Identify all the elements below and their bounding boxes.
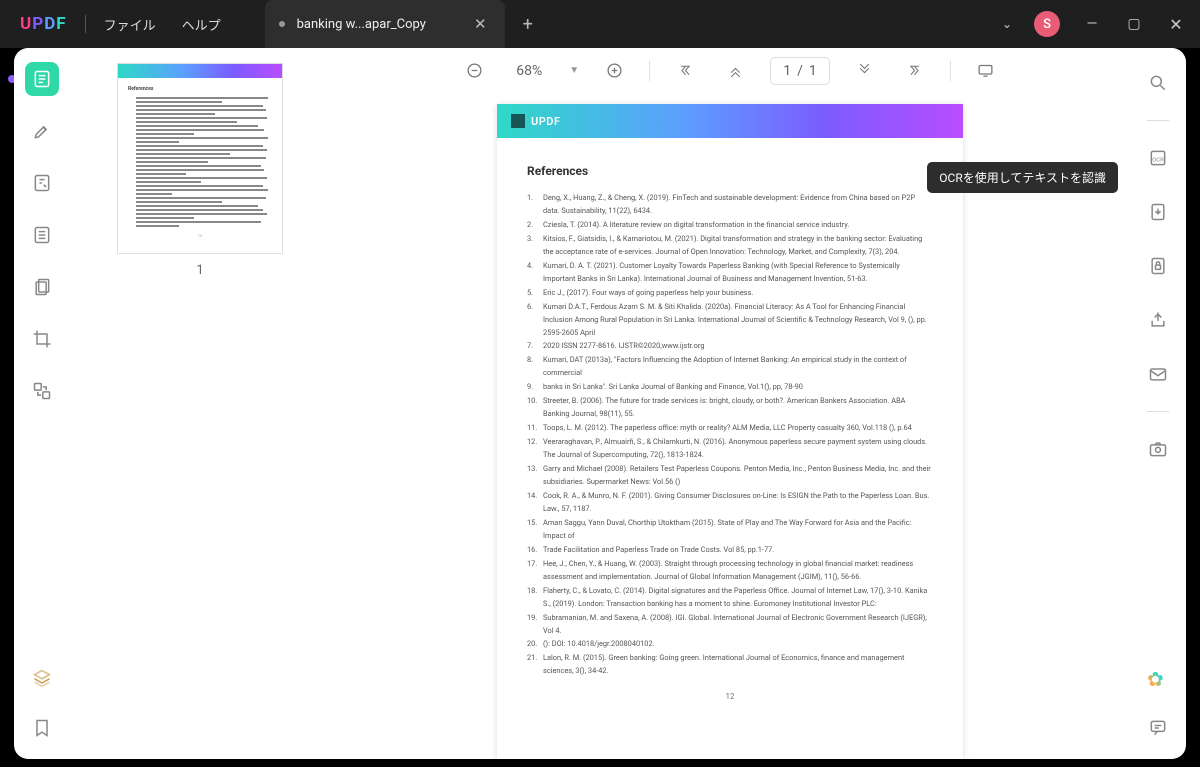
reference-item: Cook, R. A., & Munro, N. F. (2001). Givi… xyxy=(527,490,933,516)
current-page: 1 xyxy=(783,63,791,79)
presentation-button[interactable] xyxy=(971,56,1001,86)
reference-item: Kumari, DAT (2013a), "Factors Influencin… xyxy=(527,354,933,380)
add-tab-button[interactable]: + xyxy=(523,14,533,35)
protect-icon[interactable] xyxy=(1141,249,1175,283)
reference-item: banks in Sri Lanka". Sri Lanka Journal o… xyxy=(527,381,933,394)
svg-text:OCR: OCR xyxy=(1152,157,1164,163)
prev-page-button[interactable] xyxy=(720,56,750,86)
document-viewport[interactable]: UPDF References Deng, X., Huang, Z., & C… xyxy=(330,94,1130,759)
zoom-out-button[interactable] xyxy=(459,56,489,86)
separator xyxy=(950,61,951,81)
reference-item: Flaherty, C., & Lovato, C. (2014). Digit… xyxy=(527,585,933,611)
page-thumbnail[interactable]: References 12 xyxy=(118,64,282,253)
zoom-dropdown[interactable]: ▼ xyxy=(569,65,579,76)
mail-icon[interactable] xyxy=(1141,357,1175,391)
titlebar: UPDF ファイル ヘルプ banking w...apar_Copy ✕ + … xyxy=(0,0,1200,48)
crop-tool[interactable] xyxy=(25,322,59,356)
ai-icon[interactable] xyxy=(1141,661,1175,695)
edit-tool[interactable] xyxy=(25,166,59,200)
reference-item: Kumari, D. A. T. (2021). Customer Loyalt… xyxy=(527,260,933,286)
reference-item: Eric J., (2017). Four ways of going pape… xyxy=(527,287,933,300)
reference-item: Deng, X., Huang, Z., & Cheng, X. (2019).… xyxy=(527,192,933,218)
reference-item: Kitsios, F., Giatsidis, I., & Kamariotou… xyxy=(527,233,933,259)
separator xyxy=(85,15,86,33)
titlebar-right: ⌄ S ― ▢ ✕ xyxy=(1002,11,1200,37)
layers-icon[interactable] xyxy=(25,661,59,695)
ocr-icon[interactable]: OCR xyxy=(1141,141,1175,175)
menu-file[interactable]: ファイル xyxy=(104,15,156,34)
reference-item: Toops, L. M. (2012). The paperless offic… xyxy=(527,422,933,435)
reference-item: 2020 ISSN 2277-8616. IJSTR©2020,www.ijst… xyxy=(527,340,933,353)
separator xyxy=(1147,411,1169,412)
left-rail xyxy=(14,48,70,759)
reference-item: Lalon, R. M. (2015). Green banking: Goin… xyxy=(527,652,933,678)
minimize-button[interactable]: ― xyxy=(1082,16,1102,32)
workspace: References 12 1 68% xyxy=(14,48,1186,759)
convert-tool[interactable] xyxy=(25,374,59,408)
document-tab[interactable]: banking w...apar_Copy ✕ xyxy=(265,0,505,48)
avatar[interactable]: S xyxy=(1034,11,1060,37)
maximize-button[interactable]: ▢ xyxy=(1124,16,1144,32)
export-icon[interactable] xyxy=(1141,195,1175,229)
tab-indicator xyxy=(279,21,285,27)
camera-icon[interactable] xyxy=(1141,432,1175,466)
share-icon[interactable] xyxy=(1141,303,1175,337)
page-number: 12 xyxy=(527,692,933,701)
total-pages: 1 xyxy=(809,63,817,79)
search-icon[interactable] xyxy=(1141,66,1175,100)
reference-item: Streeter, B. (2006). The future for trad… xyxy=(527,395,933,421)
menu-help[interactable]: ヘルプ xyxy=(182,15,221,34)
reference-item: Kumari D.A.T., Ferdous Azam S. M. & Siti… xyxy=(527,301,933,340)
highlight-tool[interactable] xyxy=(25,114,59,148)
reference-item: Cziesla, T. (2014). A literature review … xyxy=(527,219,933,232)
reference-item: Aman Saggu, Yann Duval, Chorthip Utoktha… xyxy=(527,517,933,543)
last-page-button[interactable] xyxy=(900,56,930,86)
references-list: Deng, X., Huang, Z., & Cheng, X. (2019).… xyxy=(527,192,933,678)
page-body: References Deng, X., Huang, Z., & Cheng,… xyxy=(497,138,963,717)
close-icon[interactable]: ✕ xyxy=(470,15,491,33)
reference-item: Hee, J., Chen, Y., & Huang, W. (2003). S… xyxy=(527,558,933,584)
reference-item: (): DOI: 10.4018/jegr.2008040102. xyxy=(527,638,933,651)
brand-text: UPDF xyxy=(531,115,561,128)
reference-item: Subramanian, M. and Saxena, A. (2008). I… xyxy=(527,612,933,638)
reference-item: Trade Facilitation and Paperless Trade o… xyxy=(527,544,933,557)
bookmark-icon[interactable] xyxy=(25,711,59,745)
page-separator: / xyxy=(797,63,803,79)
tab-title: banking w...apar_Copy xyxy=(297,17,470,32)
comment-icon[interactable] xyxy=(1141,711,1175,745)
form-tool[interactable] xyxy=(25,218,59,252)
page: UPDF References Deng, X., Huang, Z., & C… xyxy=(497,104,963,759)
page-indicator[interactable]: 1 / 1 xyxy=(770,57,830,85)
separator xyxy=(1147,120,1169,121)
right-rail: OCR xyxy=(1130,48,1186,759)
app-logo: UPDF xyxy=(20,14,67,34)
brand-icon xyxy=(511,114,525,128)
reference-item: Garry and Michael (2008). Retailers Test… xyxy=(527,463,933,489)
ocr-tooltip: OCRを使用してテキストを認識 xyxy=(927,162,1118,193)
reference-item: Veeraraghavan, P., Almuairfi, S., & Chil… xyxy=(527,436,933,462)
references-title: References xyxy=(527,164,933,178)
zoom-value: 68% xyxy=(509,63,549,79)
chevron-down-icon[interactable]: ⌄ xyxy=(1002,17,1012,31)
page-header: UPDF xyxy=(497,104,963,138)
thumbnail-number: 1 xyxy=(110,263,290,278)
first-page-button[interactable] xyxy=(670,56,700,86)
view-toolbar: 68% ▼ 1 / 1 xyxy=(330,48,1130,94)
zoom-in-button[interactable] xyxy=(599,56,629,86)
main-area: 68% ▼ 1 / 1 UPDF Referen xyxy=(330,48,1130,759)
close-button[interactable]: ✕ xyxy=(1166,15,1186,34)
separator xyxy=(649,61,650,81)
page-tool[interactable] xyxy=(25,270,59,304)
reader-tool[interactable] xyxy=(25,62,59,96)
next-page-button[interactable] xyxy=(850,56,880,86)
thumbnail-panel: References 12 1 xyxy=(70,48,330,759)
